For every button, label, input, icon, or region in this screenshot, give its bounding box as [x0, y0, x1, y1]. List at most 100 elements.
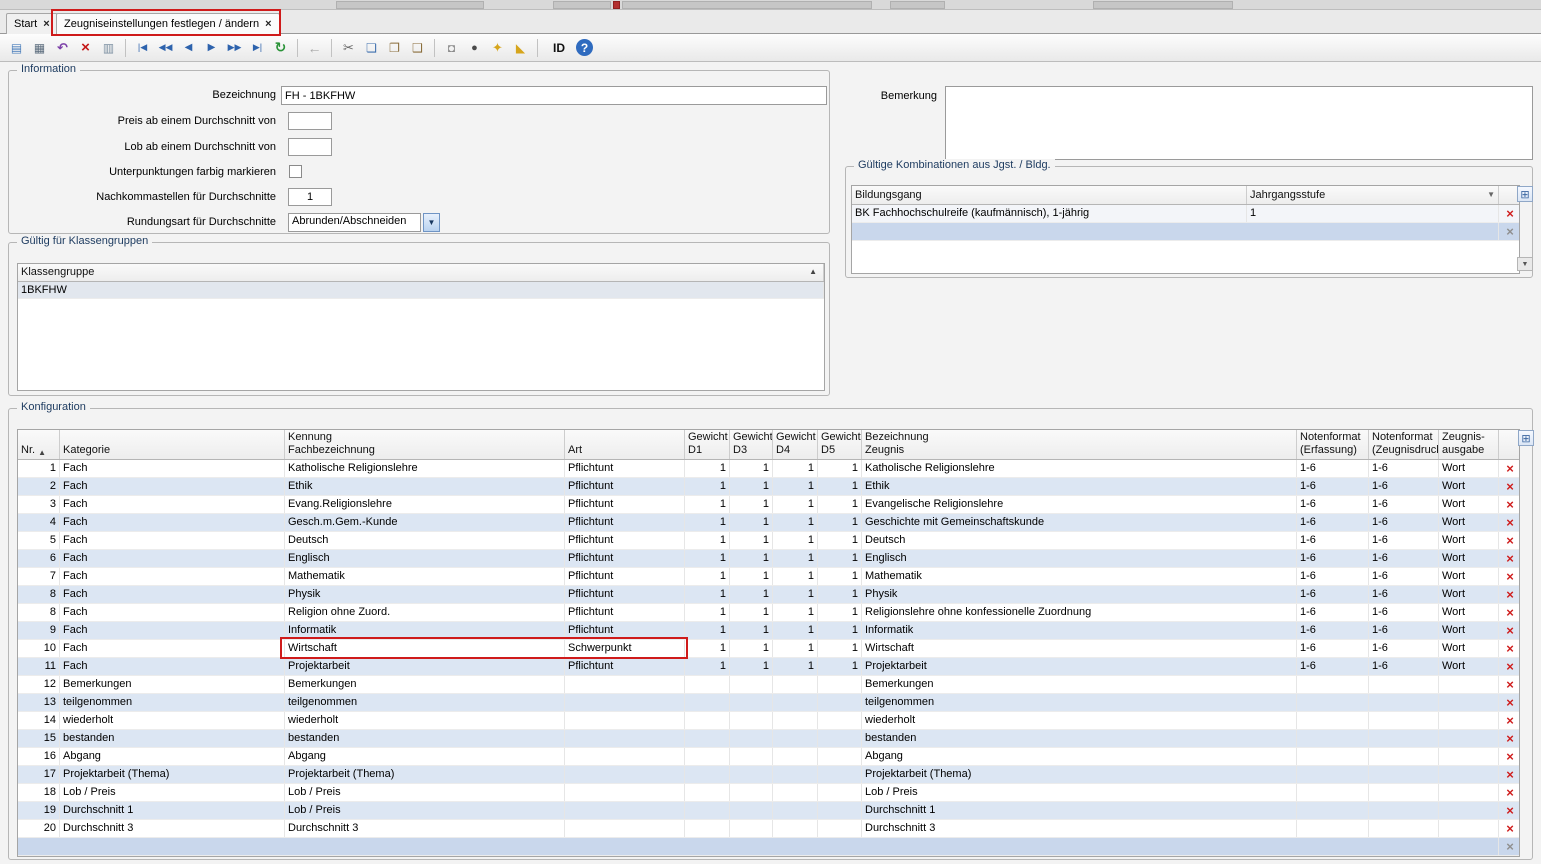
delete-row-icon[interactable]: ×: [1499, 622, 1520, 639]
delete-row-icon[interactable]: ×: [1499, 730, 1520, 747]
column-header[interactable]: Gewicht D4: [773, 430, 818, 459]
delete-row-icon[interactable]: ×: [1499, 514, 1520, 531]
column-header[interactable]: Gewicht D5: [818, 430, 862, 459]
delete-row-icon[interactable]: ×: [1499, 712, 1520, 729]
delete-row-icon[interactable]: ×: [1499, 496, 1520, 513]
tab-close-icon[interactable]: ×: [265, 18, 271, 30]
delete-row-icon[interactable]: ×: [1499, 223, 1520, 240]
tab-zeugniseinstellungen[interactable]: Zeugniseinstellungen festlegen / ändern …: [56, 13, 280, 34]
konfiguration-row[interactable]: 6FachEnglischPflichtunt1111Englisch1-61-…: [18, 550, 1519, 568]
delete-row-icon[interactable]: ×: [1499, 676, 1520, 693]
delete-row-icon[interactable]: ×: [1499, 640, 1520, 657]
refresh-icon[interactable]: ↻: [270, 37, 291, 58]
selected-empty-row[interactable]: ×: [852, 223, 1519, 241]
konfiguration-row[interactable]: 9FachInformatikPflichtunt1111Informatik1…: [18, 622, 1519, 640]
key-icon[interactable]: ✦: [487, 37, 508, 58]
new-record-icon[interactable]: ▤: [6, 37, 27, 58]
undo-icon[interactable]: ↶: [52, 37, 73, 58]
konfiguration-row[interactable]: 3FachEvang.ReligionslehrePflichtunt1111E…: [18, 496, 1519, 514]
konfiguration-row[interactable]: 5FachDeutschPflichtunt1111Deutsch1-61-6W…: [18, 532, 1519, 550]
konfiguration-row[interactable]: 13teilgenommenteilgenommenteilgenommen×: [18, 694, 1519, 712]
preis-input[interactable]: [288, 112, 332, 130]
back-arrow-icon[interactable]: ←: [304, 37, 325, 58]
bemerkung-textarea[interactable]: [945, 86, 1533, 160]
nav-forward-icon[interactable]: ▶: [201, 37, 222, 58]
unterpunktungen-checkbox[interactable]: [289, 165, 302, 178]
column-picker-button[interactable]: ⊞: [1517, 186, 1533, 202]
nachkommastellen-input[interactable]: [288, 188, 332, 206]
konfiguration-row[interactable]: 2FachEthikPflichtunt1111Ethik1-61-6Wort×: [18, 478, 1519, 496]
comment-icon[interactable]: ●: [464, 37, 485, 58]
column-header[interactable]: Notenformat (Erfassung): [1297, 430, 1369, 459]
konfiguration-row[interactable]: 7FachMathematikPflichtunt1111Mathematik1…: [18, 568, 1519, 586]
delete-row-icon[interactable]: ×: [1499, 586, 1520, 603]
rundungsart-dropdown-button[interactable]: ▼: [423, 213, 440, 232]
delete-row-icon[interactable]: ×: [1499, 784, 1520, 801]
delete-row-icon[interactable]: ×: [1499, 604, 1520, 621]
konfiguration-row[interactable]: 8FachReligion ohne Zuord.Pflichtunt1111R…: [18, 604, 1519, 622]
delete-row-icon[interactable]: ×: [1499, 748, 1520, 765]
cut-icon[interactable]: ✂: [338, 37, 359, 58]
konfiguration-row[interactable]: 17Projektarbeit (Thema)Projektarbeit (Th…: [18, 766, 1519, 784]
delete-row-icon[interactable]: ×: [1499, 478, 1520, 495]
lob-input[interactable]: [288, 138, 332, 156]
column-header[interactable]: Jahrgangsstufe▼: [1247, 186, 1499, 204]
konfiguration-row[interactable]: 12BemerkungenBemerkungenBemerkungen×: [18, 676, 1519, 694]
paste-icon[interactable]: ❐: [384, 37, 405, 58]
delete-row-icon[interactable]: ×: [1499, 205, 1520, 222]
column-header[interactable]: Bildungsgang: [852, 186, 1247, 204]
scroll-down-button[interactable]: ▼: [1517, 257, 1533, 271]
delete-row-icon[interactable]: ×: [1499, 766, 1520, 783]
lock-icon[interactable]: ◘: [441, 37, 462, 58]
nav-back-icon[interactable]: ◀: [178, 37, 199, 58]
delete-row-icon[interactable]: ×: [1499, 658, 1520, 675]
paste-special-icon[interactable]: ❑: [407, 37, 428, 58]
bezeichnung-input[interactable]: [281, 86, 827, 105]
copy-icon[interactable]: ❏: [361, 37, 382, 58]
revert-icon[interactable]: ▥: [98, 37, 119, 58]
column-header[interactable]: Gewicht D3: [730, 430, 773, 459]
rundungsart-select[interactable]: Abrunden/Abschneiden: [288, 213, 421, 232]
nav-last-icon[interactable]: ▶|: [247, 37, 268, 58]
konfiguration-row[interactable]: 8FachPhysikPflichtunt1111Physik1-61-6Wor…: [18, 586, 1519, 604]
tab-close-icon[interactable]: ×: [43, 18, 49, 30]
delete-row-icon[interactable]: ×: [1499, 694, 1520, 711]
column-header[interactable]: Notenformat (Zeugnisdruck): [1369, 430, 1439, 459]
nav-fast-forward-icon[interactable]: ▶▶: [224, 37, 245, 58]
column-picker-button[interactable]: ⊞: [1518, 430, 1534, 446]
delete-row-icon[interactable]: ×: [1499, 550, 1520, 567]
horn-icon[interactable]: ◣: [510, 37, 531, 58]
konfiguration-row[interactable]: 16AbgangAbgangAbgang×: [18, 748, 1519, 766]
help-icon[interactable]: ?: [576, 39, 593, 56]
nav-first-icon[interactable]: |◀: [132, 37, 153, 58]
konfiguration-row[interactable]: 1FachKatholische ReligionslehrePflichtun…: [18, 460, 1519, 478]
klassengruppe-row[interactable]: 1BKFHW: [18, 282, 824, 299]
id-button[interactable]: ID: [544, 37, 574, 58]
column-header[interactable]: Bezeichnung Zeugnis: [862, 430, 1297, 459]
nav-fast-back-icon[interactable]: ◀◀: [155, 37, 176, 58]
column-header[interactable]: Kennung Fachbezeichnung: [285, 430, 565, 459]
column-header[interactable]: Zeugnis- ausgabe: [1439, 430, 1499, 459]
column-header[interactable]: Gewicht D1: [685, 430, 730, 459]
column-header[interactable]: Klassengruppe▲: [18, 264, 824, 281]
delete-row-icon[interactable]: ×: [1499, 838, 1520, 855]
delete-row-icon[interactable]: ×: [1499, 568, 1520, 585]
selected-empty-row[interactable]: ×: [18, 838, 1519, 856]
konfiguration-row[interactable]: 19Durchschnitt 1Lob / PreisDurchschnitt …: [18, 802, 1519, 820]
konfiguration-row[interactable]: 15bestandenbestandenbestanden×: [18, 730, 1519, 748]
delete-row-icon[interactable]: ×: [1499, 532, 1520, 549]
column-header[interactable]: Nr.▲: [18, 430, 60, 459]
konfiguration-row[interactable]: 4FachGesch.m.Gem.-KundePflichtunt1111Ges…: [18, 514, 1519, 532]
kombination-row[interactable]: BK Fachhochschulreife (kaufmännisch), 1-…: [852, 205, 1519, 223]
tab-start[interactable]: Start ×: [6, 13, 58, 34]
delete-row-icon[interactable]: ×: [1499, 460, 1520, 477]
konfiguration-row[interactable]: 14wiederholtwiederholtwiederholt×: [18, 712, 1519, 730]
delete-row-icon[interactable]: ×: [1499, 802, 1520, 819]
save-icon[interactable]: ▦: [29, 37, 50, 58]
delete-row-icon[interactable]: ×: [1499, 820, 1520, 837]
delete-icon[interactable]: ×: [75, 37, 96, 58]
filter-dropdown-icon[interactable]: ▼: [1487, 190, 1495, 200]
konfiguration-row[interactable]: 11FachProjektarbeitPflichtunt1111Projekt…: [18, 658, 1519, 676]
konfiguration-row[interactable]: 10FachWirtschaftSchwerpunkt1111Wirtschaf…: [18, 640, 1519, 658]
konfiguration-row[interactable]: 20Durchschnitt 3Durchschnitt 3Durchschni…: [18, 820, 1519, 838]
